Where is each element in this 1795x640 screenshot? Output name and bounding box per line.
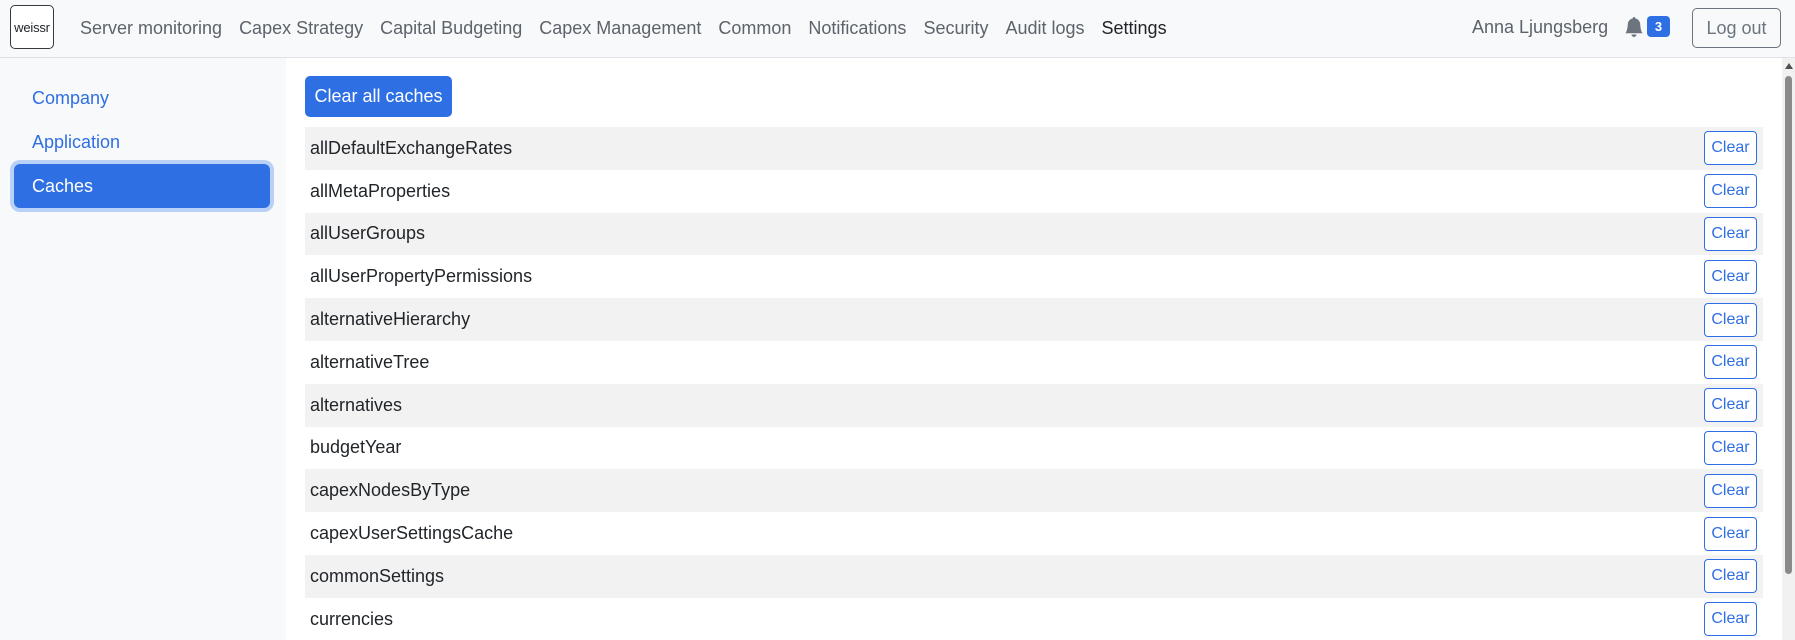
sidebar-item-application[interactable]: Application	[14, 120, 270, 164]
clear-cache-button[interactable]: Clear	[1704, 430, 1757, 465]
nav-capex-management[interactable]: Capex Management	[539, 18, 701, 39]
scroll-up-arrow-icon[interactable]	[1785, 63, 1793, 69]
cache-row: allUserPropertyPermissions Clear	[305, 255, 1763, 298]
cache-row: allUserGroups Clear	[305, 212, 1763, 256]
nav-common[interactable]: Common	[718, 18, 791, 39]
clear-cache-button[interactable]: Clear	[1704, 559, 1757, 594]
brand-logo[interactable]: weissr	[10, 5, 54, 49]
cache-row: allMetaProperties Clear	[305, 170, 1763, 213]
cache-row: alternativeHierarchy Clear	[305, 298, 1763, 341]
cache-list: allDefaultExchangeRates Clear allMetaProp…	[305, 127, 1763, 640]
clear-cache-button[interactable]: Clear	[1704, 602, 1757, 637]
cache-name: allUserGroups	[310, 223, 426, 244]
nav-security[interactable]: Security	[923, 18, 988, 39]
bell-icon[interactable]	[1624, 16, 1644, 37]
cache-row: budgetYear Clear	[305, 427, 1763, 470]
cache-row: alternativeTree Clear	[305, 341, 1763, 384]
clear-cache-button[interactable]: Clear	[1704, 259, 1757, 294]
clear-cache-button[interactable]: Clear	[1704, 388, 1757, 423]
cache-name: budgetYear	[310, 437, 402, 458]
main-nav: Server monitoring Capex Strategy Capital…	[80, 0, 1184, 56]
notification-count-badge[interactable]: 3	[1647, 16, 1670, 37]
caches-panel: Clear all caches allDefaultExchangeRates…	[305, 58, 1763, 640]
nav-settings[interactable]: Settings	[1102, 18, 1167, 39]
clear-cache-button[interactable]: Clear	[1704, 216, 1757, 251]
cache-row: capexNodesByType Clear	[305, 469, 1763, 513]
cache-row: commonSettings Clear	[305, 554, 1763, 598]
cache-name: currencies	[310, 608, 394, 629]
nav-capital-budgeting[interactable]: Capital Budgeting	[380, 18, 522, 39]
cache-row: allDefaultExchangeRates Clear	[305, 127, 1763, 170]
cache-name: alternativeHierarchy	[310, 309, 471, 330]
cache-name: capexNodesByType	[310, 480, 471, 501]
clear-cache-button[interactable]: Clear	[1704, 516, 1757, 551]
nav-capex-strategy[interactable]: Capex Strategy	[239, 18, 363, 39]
cache-name: allMetaProperties	[310, 180, 451, 201]
vertical-scrollbar[interactable]	[1782, 58, 1795, 640]
sidebar-item-caches[interactable]: Caches	[14, 164, 270, 208]
clear-cache-button[interactable]: Clear	[1704, 345, 1757, 380]
cache-row: currencies Clear	[305, 598, 1763, 640]
user-name[interactable]: Anna Ljungsberg	[1472, 17, 1608, 38]
cache-name: allDefaultExchangeRates	[310, 137, 513, 158]
top-navbar: weissr Server monitoring Capex Strategy …	[0, 0, 1795, 58]
cache-name: allUserPropertyPermissions	[310, 266, 533, 287]
cache-name: alternativeTree	[310, 351, 430, 372]
nav-notifications[interactable]: Notifications	[808, 18, 906, 39]
cache-row: alternatives Clear	[305, 383, 1763, 427]
clear-all-caches-button[interactable]: Clear all caches	[305, 76, 452, 117]
settings-sidebar: Company Application Caches	[0, 58, 286, 640]
scrollbar-thumb[interactable]	[1785, 76, 1792, 574]
cache-name: commonSettings	[310, 565, 445, 586]
logout-button[interactable]: Log out	[1692, 8, 1781, 48]
clear-cache-button[interactable]: Clear	[1704, 473, 1757, 508]
nav-audit-logs[interactable]: Audit logs	[1005, 18, 1084, 39]
cache-name: alternatives	[310, 394, 403, 415]
cache-row: capexUserSettingsCache Clear	[305, 512, 1763, 555]
sidebar-item-company[interactable]: Company	[14, 76, 270, 120]
clear-cache-button[interactable]: Clear	[1704, 131, 1757, 166]
nav-server-monitoring[interactable]: Server monitoring	[80, 18, 222, 39]
clear-cache-button[interactable]: Clear	[1704, 302, 1757, 337]
clear-cache-button[interactable]: Clear	[1704, 174, 1757, 209]
cache-name: capexUserSettingsCache	[310, 523, 514, 544]
